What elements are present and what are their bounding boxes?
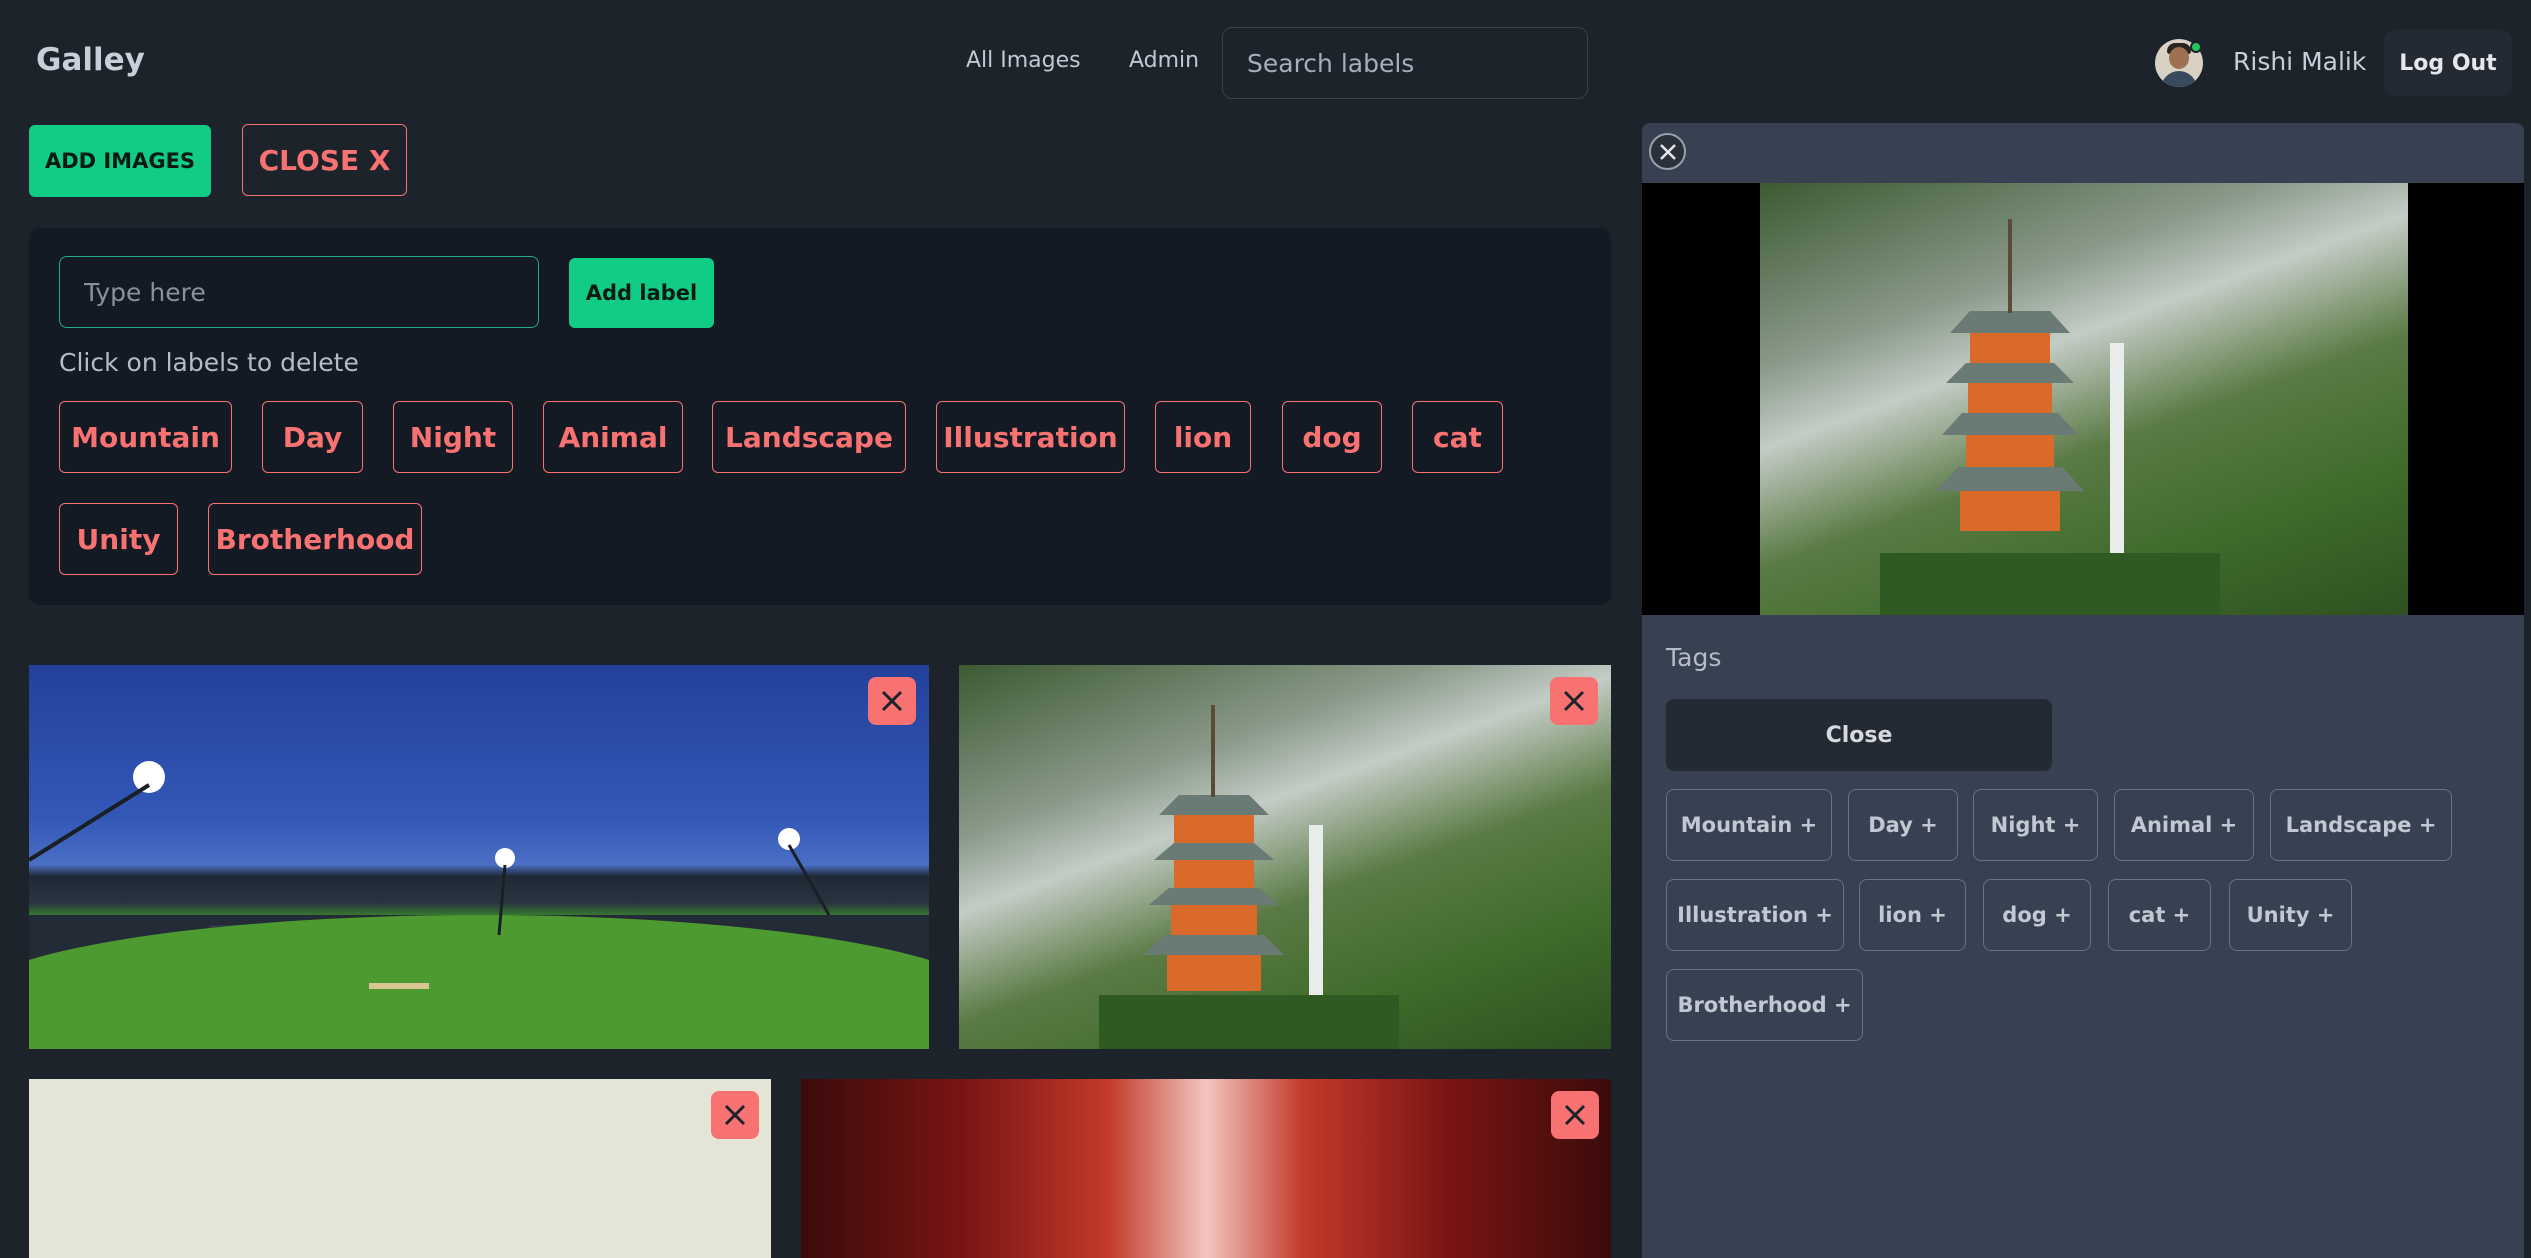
close-icon	[881, 690, 903, 712]
add-label-button[interactable]: Add label	[569, 258, 714, 328]
tags-title: Tags	[1666, 643, 1722, 672]
label-chip-night[interactable]: Night	[393, 401, 513, 473]
tag-chip-dog[interactable]: dog +	[1983, 879, 2091, 951]
label-chip-brotherhood[interactable]: Brotherhood	[208, 503, 422, 575]
avatar-head	[2169, 47, 2189, 69]
image-card-pale-illustration[interactable]	[29, 1079, 771, 1258]
image-card-pagoda[interactable]	[959, 665, 1611, 1049]
tag-chip-brotherhood[interactable]: Brotherhood +	[1666, 969, 1863, 1041]
label-chip-day[interactable]: Day	[262, 401, 363, 473]
brand-logo[interactable]: Galley	[36, 42, 145, 78]
close-icon	[1564, 1104, 1586, 1126]
logout-button[interactable]: Log Out	[2384, 30, 2512, 96]
close-icon	[724, 1104, 746, 1126]
tag-chip-animal[interactable]: Animal +	[2114, 789, 2254, 861]
delete-image-button[interactable]	[1550, 677, 1598, 725]
label-chip-illustration[interactable]: Illustration	[936, 401, 1125, 473]
nav-link-all-images[interactable]: All Images	[966, 48, 1081, 73]
avatar-body	[2161, 71, 2197, 87]
tag-chip-landscape[interactable]: Landscape +	[2270, 789, 2452, 861]
navbar: Galley All Images Admin Rishi Malik Log …	[0, 0, 2531, 124]
user-name: Rishi Malik	[2233, 47, 2367, 76]
nav-link-admin[interactable]: Admin	[1129, 48, 1199, 73]
online-status-dot	[2190, 41, 2202, 53]
label-chip-mountain[interactable]: Mountain	[59, 401, 232, 473]
preview-image	[1760, 183, 2408, 615]
label-chip-cat[interactable]: cat	[1412, 401, 1503, 473]
tag-chip-cat[interactable]: cat +	[2108, 879, 2211, 951]
label-chip-landscape[interactable]: Landscape	[712, 401, 906, 473]
label-chip-lion[interactable]: lion	[1155, 401, 1251, 473]
image-card-red-illustration[interactable]	[801, 1079, 1611, 1258]
search-input[interactable]	[1222, 27, 1588, 99]
delete-image-button[interactable]	[1551, 1091, 1599, 1139]
pagoda-image	[1099, 705, 1399, 1049]
tag-chip-lion[interactable]: lion +	[1859, 879, 1966, 951]
delete-image-button[interactable]	[711, 1091, 759, 1139]
tag-chip-mountain[interactable]: Mountain +	[1666, 789, 1832, 861]
image-detail-panel: Tags Close Mountain + Day + Night + Anim…	[1642, 123, 2524, 1258]
image-card-cricket-stadium[interactable]	[29, 665, 929, 1049]
close-icon	[1659, 143, 1676, 160]
tag-chip-unity[interactable]: Unity +	[2229, 879, 2352, 951]
close-icon	[1563, 690, 1585, 712]
tag-chip-day[interactable]: Day +	[1848, 789, 1958, 861]
tags-close-button[interactable]: Close	[1666, 699, 2052, 771]
label-panel: Add label Click on labels to delete Moun…	[29, 228, 1611, 605]
label-chip-unity[interactable]: Unity	[59, 503, 178, 575]
close-label-panel-button[interactable]: CLOSE X	[242, 124, 407, 196]
delete-image-button[interactable]	[868, 677, 916, 725]
delete-hint: Click on labels to delete	[59, 348, 359, 377]
cricket-stadium-image	[29, 761, 929, 1049]
label-input[interactable]	[59, 256, 539, 328]
tag-chip-night[interactable]: Night +	[1973, 789, 2098, 861]
add-images-button[interactable]: ADD IMAGES	[29, 125, 211, 197]
panel-close-button[interactable]	[1649, 133, 1686, 170]
tag-chip-illustration[interactable]: Illustration +	[1666, 879, 1844, 951]
label-chip-animal[interactable]: Animal	[543, 401, 683, 473]
pagoda-preview-image	[1880, 219, 2220, 615]
label-chip-dog[interactable]: dog	[1282, 401, 1382, 473]
